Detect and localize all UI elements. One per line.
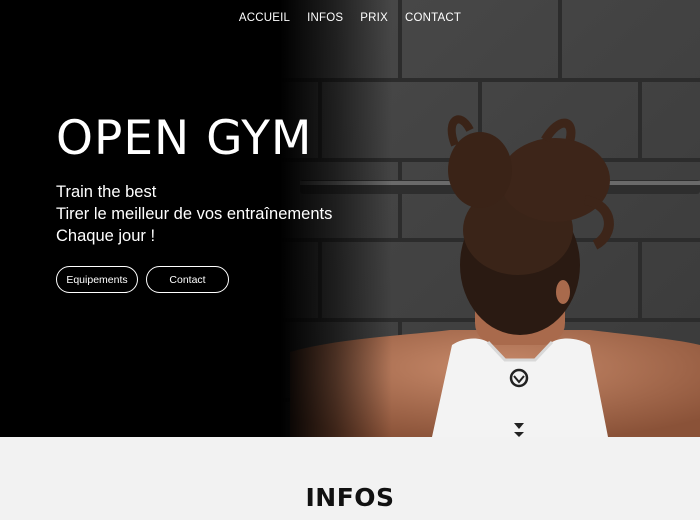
hero-buttons: Equipements Contact [56, 266, 229, 293]
contact-button[interactable]: Contact [146, 266, 229, 293]
nav-link-contact[interactable]: CONTACT [405, 12, 461, 24]
hero-tagline-line: Chaque jour ! [56, 227, 156, 245]
hero-title: OPEN GYM [56, 111, 313, 166]
hero-tagline: Train the best Tirer le meilleur de vos … [56, 181, 332, 247]
nav-link-accueil[interactable]: ACCUEIL [239, 12, 290, 24]
nav-link-prix[interactable]: PRIX [360, 12, 388, 24]
infos-title: INFOS [305, 483, 395, 512]
nav-link-infos[interactable]: INFOS [307, 12, 343, 24]
equipements-button[interactable]: Equipements [56, 266, 138, 293]
infos-section: INFOS [0, 437, 700, 520]
hero-tagline-line: Tirer le meilleur de vos entraînements [56, 205, 333, 223]
hero-tagline-line: Train the best [56, 183, 157, 201]
main-nav: ACCUEIL INFOS PRIX CONTACT [0, 12, 700, 24]
hero-section: ACCUEIL INFOS PRIX CONTACT OPEN GYM Trai… [0, 0, 700, 437]
